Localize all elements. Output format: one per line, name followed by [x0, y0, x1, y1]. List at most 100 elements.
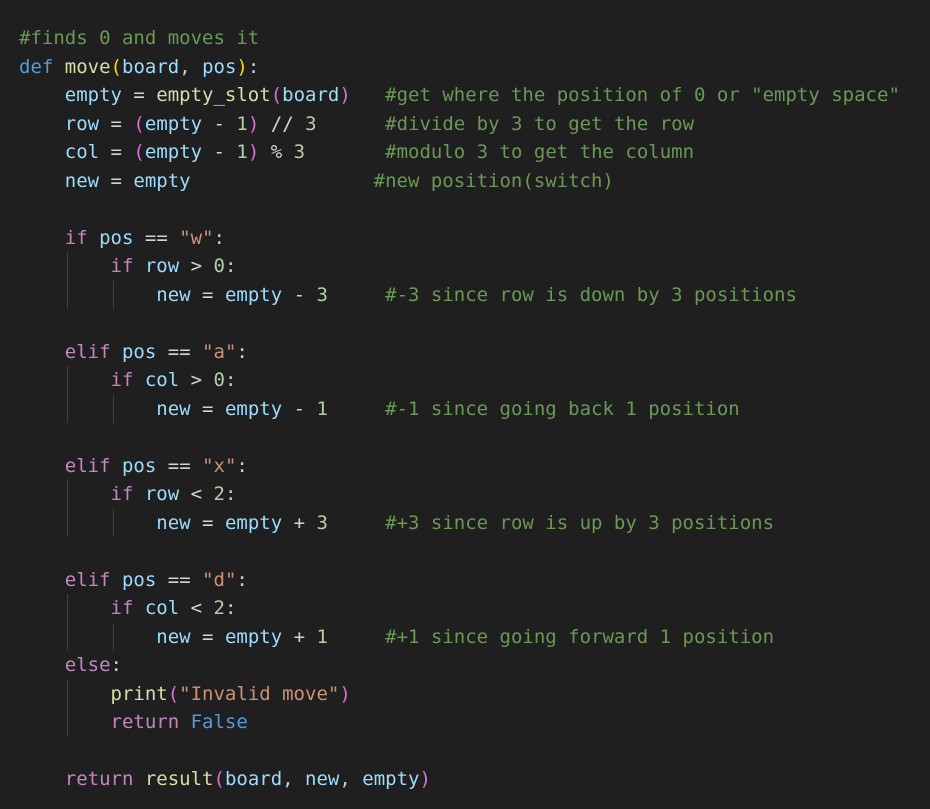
code-token: , — [339, 768, 363, 790]
code-token: ) — [236, 55, 248, 78]
code-token: ) — [339, 682, 351, 705]
code-token: == — [156, 568, 203, 591]
code-token: 1 — [236, 141, 248, 163]
code-token: - — [202, 141, 237, 163]
code-line[interactable] — [19, 737, 900, 766]
indent-guide — [67, 480, 68, 537]
code-token: empty — [133, 169, 191, 192]
code-token: ) — [419, 768, 431, 790]
code-token: 1 — [316, 625, 328, 648]
code-token: % — [259, 141, 294, 163]
code-token: : — [224, 255, 237, 277]
code-token: : — [224, 483, 237, 505]
code-editor[interactable]: #finds 0 and moves it def move(board, pos… — [0, 0, 930, 809]
code-token: : — [236, 568, 248, 591]
code-token: #-1 since going back 1 position — [385, 397, 740, 420]
code-token: // — [259, 112, 306, 135]
code-token: 3 — [305, 112, 317, 135]
code-token: empty — [224, 283, 283, 306]
indent-guide — [113, 280, 114, 309]
code-token: elif — [64, 454, 111, 477]
code-token: , — [179, 55, 203, 78]
code-token: board — [224, 768, 283, 790]
code-token: = — [190, 397, 225, 420]
code-line[interactable]: new = empty - 1 #-1 since going back 1 p… — [19, 395, 900, 424]
code-token: + — [282, 625, 317, 648]
code-line[interactable]: empty = empty_slot(board) #get where the… — [19, 81, 900, 110]
code-line[interactable]: return result(board, new, empty) — [19, 765, 900, 794]
code-token: - — [282, 397, 317, 420]
code-token: empty — [224, 511, 283, 534]
code-line[interactable]: return False — [19, 708, 900, 737]
code-line[interactable]: new = empty #new position(switch) — [19, 167, 900, 196]
code-line[interactable]: elif pos == "d": — [19, 566, 900, 595]
code-line[interactable]: def move(board, pos): — [19, 53, 900, 82]
code-line[interactable]: row = (empty - 1) // 3 #divide by 3 to g… — [19, 110, 900, 139]
code-line[interactable]: if col > 0: — [19, 366, 900, 395]
code-token: : — [110, 654, 122, 676]
indent-guide — [67, 679, 68, 737]
code-token: #-3 since row is down by 3 positions — [385, 283, 797, 306]
code-token: print — [110, 682, 168, 705]
code-line[interactable]: col = (empty - 1) % 3 #modulo 3 to get t… — [19, 138, 900, 167]
code-line[interactable]: if col < 2: — [19, 594, 900, 623]
code-token: == — [133, 226, 180, 249]
code-token: "x" — [202, 454, 237, 477]
code-token: empty — [224, 397, 283, 420]
code-line[interactable]: print("Invalid move") — [19, 680, 900, 709]
code-line[interactable]: new = empty + 1 #+1 since going forward … — [19, 623, 900, 652]
code-token: - — [202, 112, 237, 135]
code-token: ( — [110, 55, 122, 78]
code-line[interactable] — [19, 537, 900, 566]
code-line[interactable]: new = empty - 3 #-3 since row is down by… — [19, 281, 900, 310]
code-line[interactable] — [19, 195, 900, 224]
code-token: pos — [121, 454, 157, 477]
code-line[interactable]: if row > 0: — [19, 252, 900, 281]
code-token: pos — [121, 568, 157, 591]
code-area[interactable]: #finds 0 and moves it def move(board, pos… — [19, 24, 900, 794]
code-token: "Invalid move" — [179, 682, 340, 705]
code-line[interactable] — [19, 309, 900, 338]
code-line[interactable]: elif pos == "x": — [19, 452, 900, 481]
code-line[interactable]: if row < 2: — [19, 480, 900, 509]
code-token: ( — [133, 112, 145, 135]
code-token: move — [64, 55, 111, 78]
code-line[interactable]: #finds 0 and moves it — [19, 24, 900, 53]
code-line[interactable] — [19, 423, 900, 452]
code-token: 3 — [316, 283, 328, 306]
code-token: = — [190, 511, 225, 534]
code-token: row — [144, 255, 180, 277]
code-token: < — [179, 597, 214, 619]
code-token: #new position(switch) — [373, 169, 614, 192]
code-token: 1 — [236, 112, 248, 135]
code-token: def — [19, 55, 54, 78]
code-token: = — [99, 112, 134, 135]
code-token: 3 — [293, 141, 306, 163]
code-token: pos — [99, 226, 134, 249]
code-token: = — [190, 283, 225, 306]
code-line[interactable]: elif pos == "a": — [19, 338, 900, 367]
code-line[interactable]: new = empty + 3 #+3 since row is up by 3… — [19, 509, 900, 538]
code-token: ) — [247, 141, 260, 163]
code-line[interactable]: else: — [19, 651, 900, 680]
code-token: return — [64, 768, 134, 790]
code-token: 3 — [316, 511, 328, 534]
code-token: : — [224, 369, 237, 391]
code-line[interactable]: if pos == "w": — [19, 224, 900, 253]
